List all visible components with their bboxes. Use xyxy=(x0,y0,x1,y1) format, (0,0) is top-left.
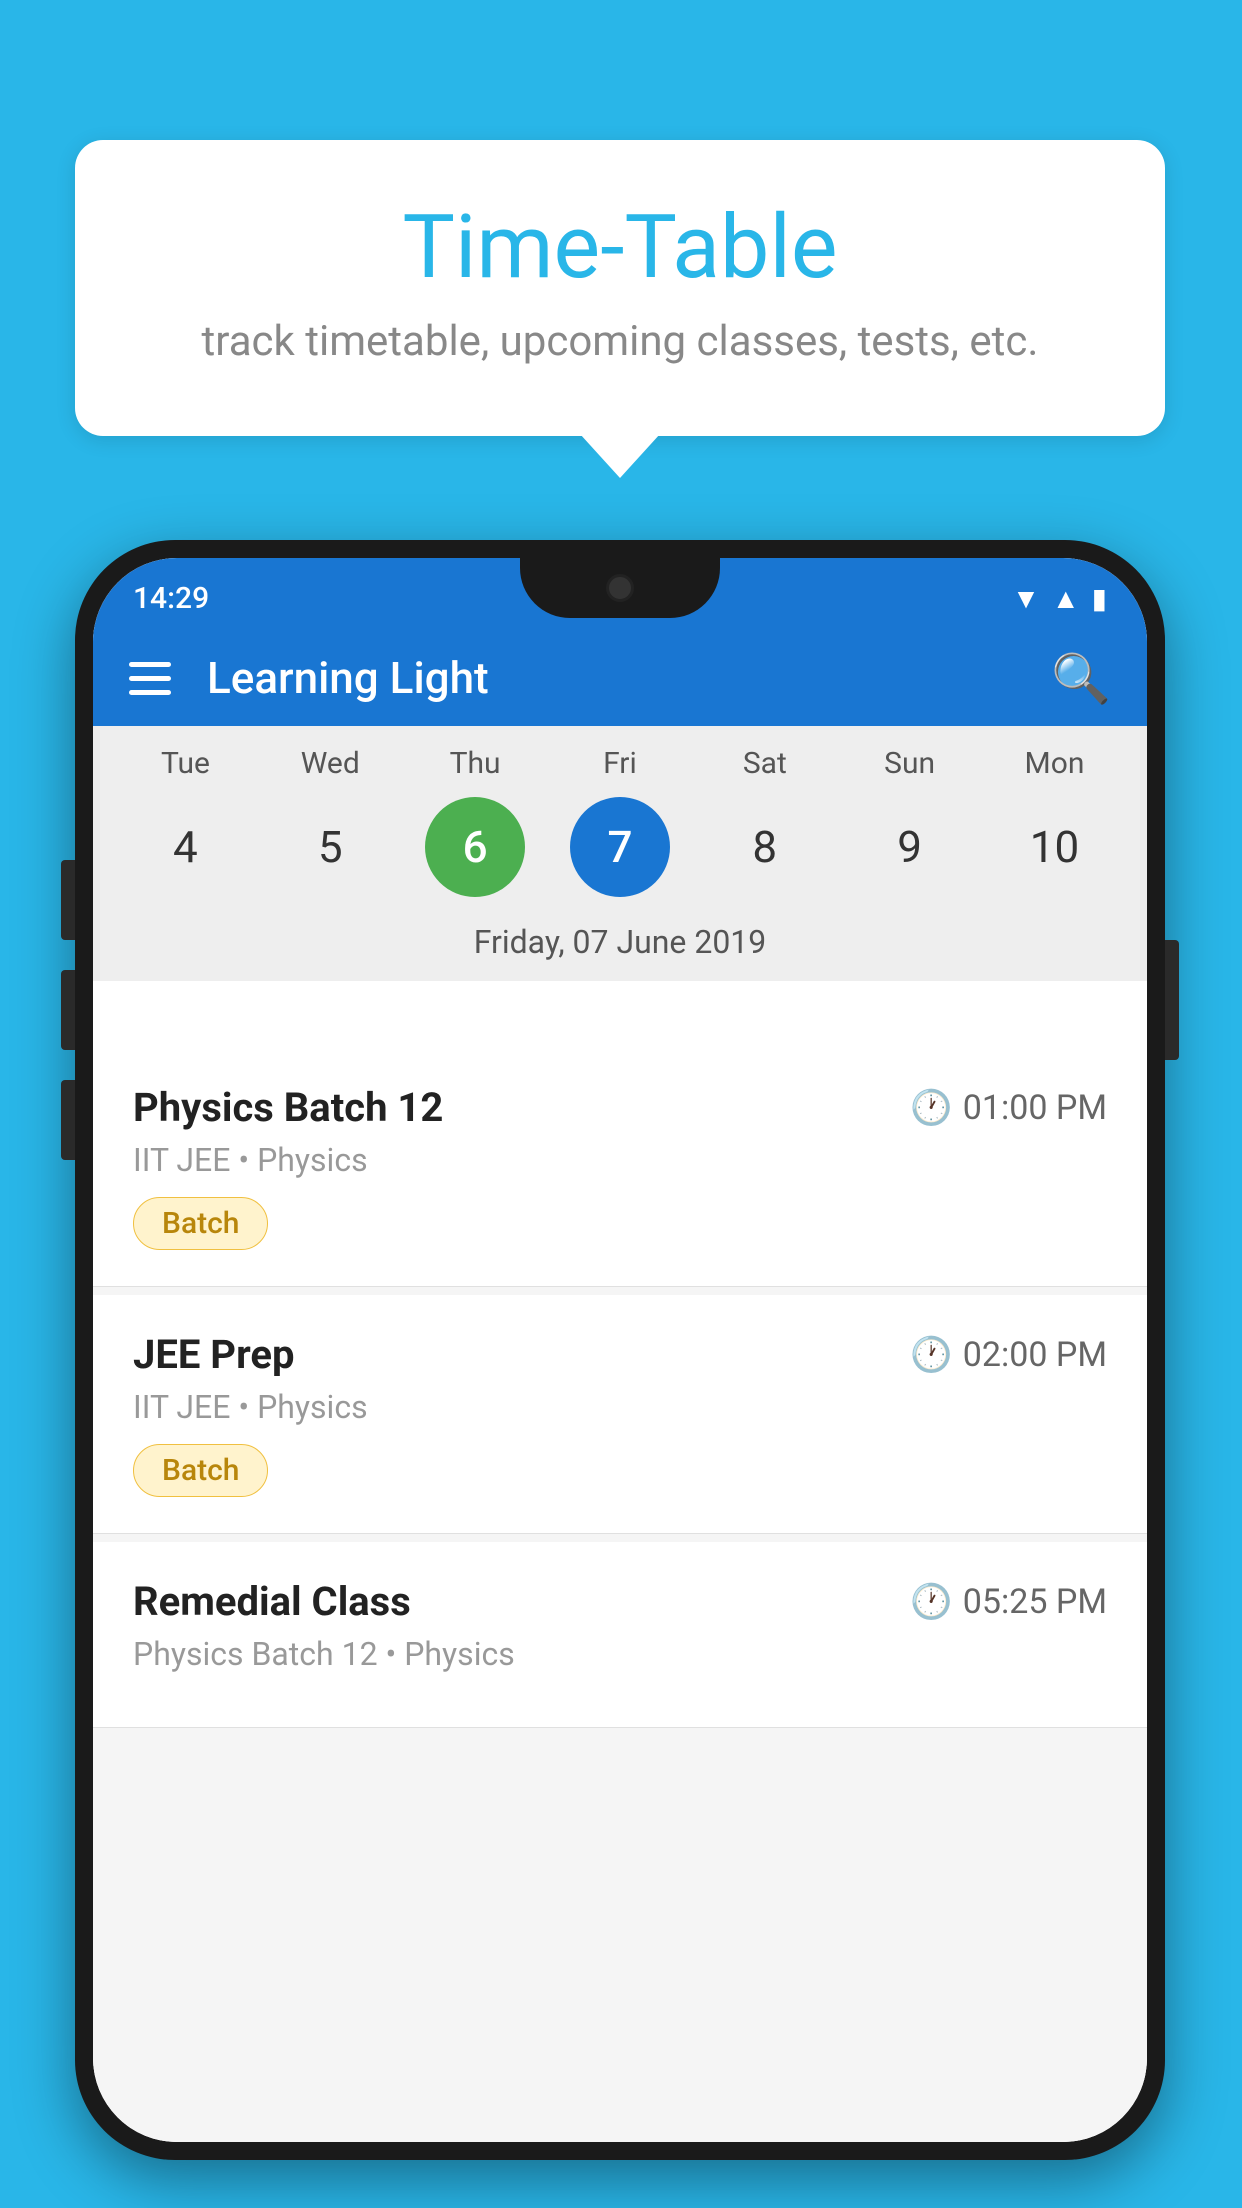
phone-screen: 14:29 ▼ ▲ ▮ Learning Light 🔍 xyxy=(93,558,1147,2142)
front-camera xyxy=(606,574,634,602)
day-9[interactable]: 9 xyxy=(860,797,960,897)
app-bar: Learning Light 🔍 xyxy=(93,630,1147,726)
status-time: 14:29 xyxy=(133,573,209,616)
search-icon[interactable]: 🔍 xyxy=(1051,650,1111,707)
day-headers: Tue Wed Thu Fri Sat Sun Mon xyxy=(93,726,1147,789)
schedule-item-1-title: Physics Batch 12 xyxy=(133,1084,443,1131)
clock-icon-2: 🕐 xyxy=(910,1335,952,1375)
hamburger-line-2 xyxy=(129,676,171,681)
tooltip-card: Time-Table track timetable, upcoming cla… xyxy=(75,140,1165,436)
schedule-item-3-time: 🕐 05:25 PM xyxy=(910,1582,1107,1622)
day-header-wed: Wed xyxy=(280,746,380,781)
status-icons: ▼ ▲ ▮ xyxy=(1012,574,1107,615)
clock-icon-3: 🕐 xyxy=(910,1582,952,1622)
phone-mockup: 14:29 ▼ ▲ ▮ Learning Light 🔍 xyxy=(75,540,1165,2160)
hamburger-line-1 xyxy=(129,662,171,667)
day-6-today[interactable]: 6 xyxy=(425,797,525,897)
schedule-item-2[interactable]: JEE Prep 🕐 02:00 PM IIT JEE • Physics Ba… xyxy=(93,1295,1147,1534)
tooltip-title: Time-Table xyxy=(125,200,1115,297)
volume-up-button xyxy=(61,860,75,940)
day-header-tue: Tue xyxy=(135,746,235,781)
schedule-item-1-header: Physics Batch 12 🕐 01:00 PM xyxy=(133,1084,1107,1131)
day-header-sun: Sun xyxy=(860,746,960,781)
schedule-item-2-header: JEE Prep 🕐 02:00 PM xyxy=(133,1331,1107,1378)
battery-icon: ▮ xyxy=(1092,582,1107,615)
signal-icon: ▲ xyxy=(1052,582,1080,615)
clock-icon-1: 🕐 xyxy=(910,1088,952,1128)
day-5[interactable]: 5 xyxy=(280,797,380,897)
schedule-item-1-badge: Batch xyxy=(133,1197,268,1250)
schedule-item-2-title: JEE Prep xyxy=(133,1331,294,1378)
day-header-fri: Fri xyxy=(570,746,670,781)
day-header-sat: Sat xyxy=(715,746,815,781)
notch xyxy=(520,558,720,618)
schedule-item-3-subtitle: Physics Batch 12 • Physics xyxy=(133,1635,1107,1673)
tooltip-subtitle: track timetable, upcoming classes, tests… xyxy=(125,317,1115,366)
hamburger-menu-button[interactable] xyxy=(129,662,171,695)
schedule-item-1[interactable]: Physics Batch 12 🕐 01:00 PM IIT JEE • Ph… xyxy=(93,1048,1147,1287)
schedule-item-1-subtitle: IIT JEE • Physics xyxy=(133,1141,1107,1179)
app-title: Learning Light xyxy=(207,652,1051,704)
schedule-list: Physics Batch 12 🕐 01:00 PM IIT JEE • Ph… xyxy=(93,1048,1147,2142)
phone-outer: 14:29 ▼ ▲ ▮ Learning Light 🔍 xyxy=(75,540,1165,2160)
schedule-item-3-header: Remedial Class 🕐 05:25 PM xyxy=(133,1578,1107,1625)
day-8[interactable]: 8 xyxy=(715,797,815,897)
schedule-item-3-time-value: 05:25 PM xyxy=(963,1582,1107,1622)
calendar-strip: Tue Wed Thu Fri Sat Sun Mon 4 5 6 7 8 9 … xyxy=(93,726,1147,981)
selected-date-label: Friday, 07 June 2019 xyxy=(93,913,1147,981)
day-10[interactable]: 10 xyxy=(1004,797,1104,897)
silent-button xyxy=(61,1080,75,1160)
schedule-item-3[interactable]: Remedial Class 🕐 05:25 PM Physics Batch … xyxy=(93,1542,1147,1728)
day-4[interactable]: 4 xyxy=(135,797,235,897)
schedule-item-2-badge: Batch xyxy=(133,1444,268,1497)
hamburger-line-3 xyxy=(129,690,171,695)
day-7-selected[interactable]: 7 xyxy=(570,797,670,897)
schedule-item-2-time-value: 02:00 PM xyxy=(963,1335,1107,1375)
schedule-item-2-time: 🕐 02:00 PM xyxy=(910,1335,1107,1375)
schedule-item-1-time: 🕐 01:00 PM xyxy=(910,1088,1107,1128)
power-button xyxy=(1165,940,1179,1060)
schedule-item-1-time-value: 01:00 PM xyxy=(963,1088,1107,1128)
schedule-item-3-title: Remedial Class xyxy=(133,1578,411,1625)
wifi-icon: ▼ xyxy=(1012,582,1040,615)
volume-down-button xyxy=(61,970,75,1050)
day-header-mon: Mon xyxy=(1004,746,1104,781)
day-header-thu: Thu xyxy=(425,746,525,781)
day-numbers: 4 5 6 7 8 9 10 xyxy=(93,789,1147,913)
schedule-item-2-subtitle: IIT JEE • Physics xyxy=(133,1388,1107,1426)
